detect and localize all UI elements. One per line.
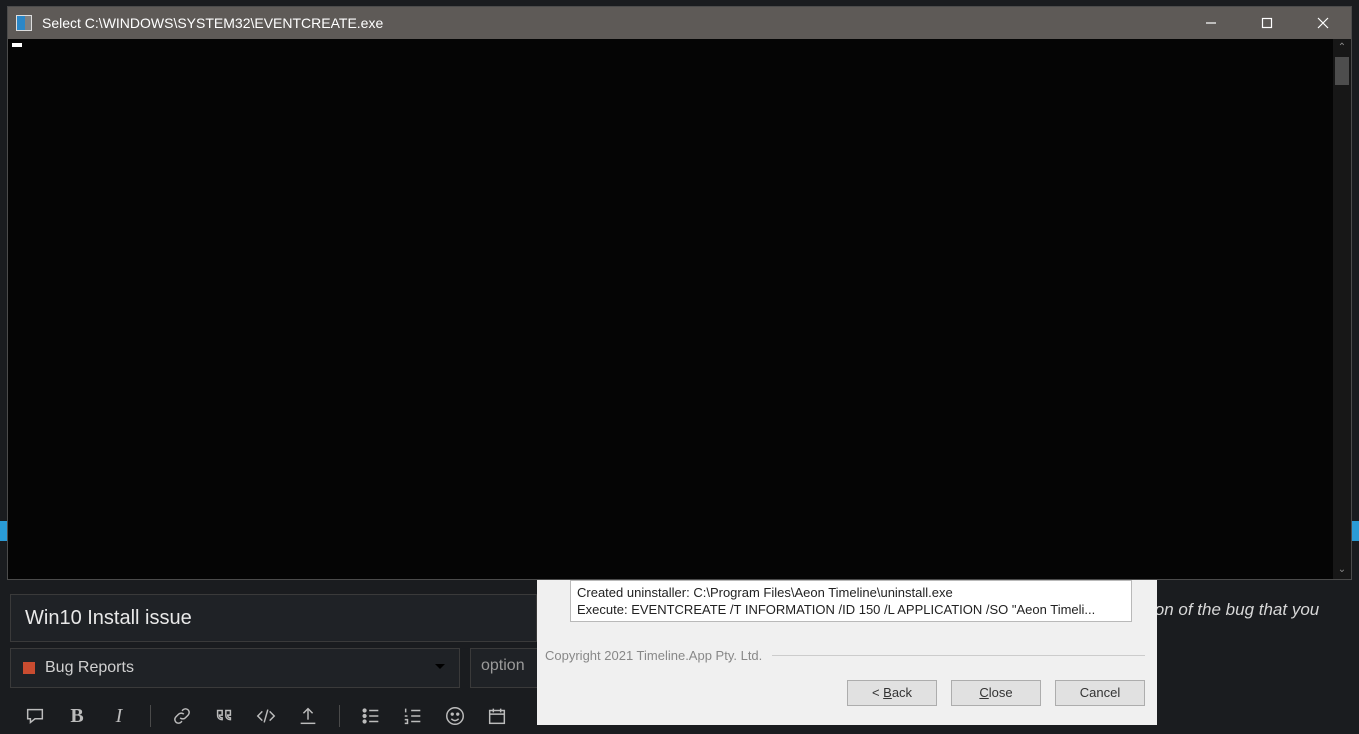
cancel-button[interactable]: Cancel [1055,680,1145,706]
toolbar-separator [150,705,151,727]
bold-button[interactable]: B [66,705,88,727]
installer-log-line: Execute: EVENTCREATE /T INFORMATION /ID … [577,601,1125,618]
close-button[interactable]: Close [951,680,1041,706]
topic-title-input[interactable] [10,594,537,642]
emoji-icon[interactable] [444,705,466,727]
category-color-swatch [23,662,35,674]
console-cursor [12,43,22,47]
divider [772,655,1145,656]
console-scrollbar[interactable]: ⌃ ⌄ [1333,39,1351,579]
console-body[interactable]: ⌃ ⌄ [8,39,1351,579]
installer-dialog: Created uninstaller: C:\Program Files\Ae… [537,580,1157,725]
installer-copyright: Copyright 2021 Timeline.App Pty. Ltd. [545,648,762,663]
code-icon[interactable] [255,705,277,727]
installer-log-line: Created uninstaller: C:\Program Files\Ae… [577,584,1125,601]
calendar-icon[interactable] [486,705,508,727]
speech-bubble-icon[interactable] [24,705,46,727]
numbered-list-icon[interactable] [402,705,424,727]
back-button[interactable]: < Back [847,680,937,706]
category-select[interactable]: Bug Reports [10,648,460,688]
maximize-button[interactable] [1239,7,1295,39]
chevron-down-icon [433,659,447,678]
close-button[interactable] [1295,7,1351,39]
upload-icon[interactable] [297,705,319,727]
scroll-thumb[interactable] [1335,57,1349,85]
toolbar-separator [339,705,340,727]
link-icon[interactable] [171,705,193,727]
category-label: Bug Reports [45,659,134,677]
bulleted-list-icon[interactable] [360,705,382,727]
scroll-down-arrow-icon[interactable]: ⌄ [1333,561,1351,579]
console-titlebar[interactable]: Select C:\WINDOWS\SYSTEM32\EVENTCREATE.e… [8,7,1351,39]
scroll-up-arrow-icon[interactable]: ⌃ [1333,39,1351,57]
console-app-icon [16,15,32,31]
console-title: Select C:\WINDOWS\SYSTEM32\EVENTCREATE.e… [42,15,383,31]
tags-input[interactable]: option [470,648,538,688]
quote-icon[interactable] [213,705,235,727]
installer-log: Created uninstaller: C:\Program Files\Ae… [570,580,1132,622]
console-window: Select C:\WINDOWS\SYSTEM32\EVENTCREATE.e… [7,6,1352,580]
italic-button[interactable]: I [108,705,130,727]
minimize-button[interactable] [1183,7,1239,39]
